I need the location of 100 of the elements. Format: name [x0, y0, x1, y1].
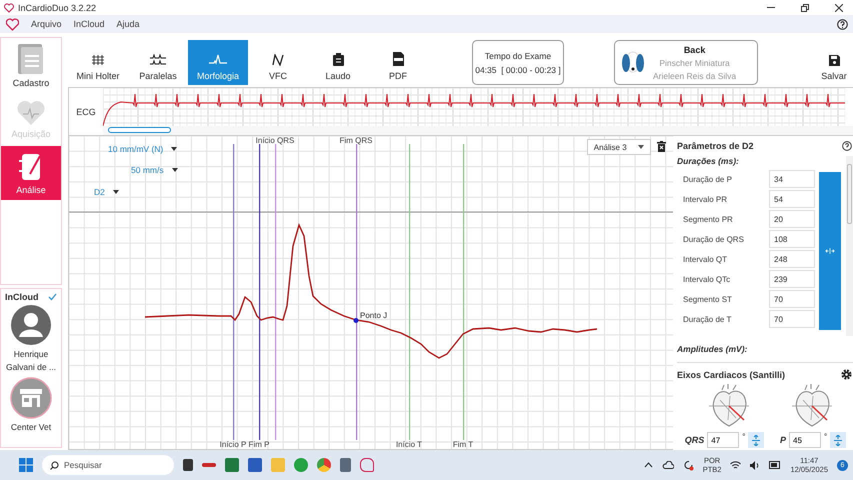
- marker-label: Fim QRS: [340, 136, 372, 145]
- speed-dropdown[interactable]: 50 mm/s: [131, 165, 178, 175]
- axis-field[interactable]: 45: [789, 432, 822, 448]
- scale-dropdown[interactable]: 10 mm/mV (N): [108, 144, 178, 154]
- dog-icon: [621, 50, 645, 76]
- menu-item[interactable]: Arquivo: [31, 19, 62, 29]
- marker-label: Fim P: [248, 440, 270, 449]
- up-down-arrows-icon: [752, 434, 760, 446]
- scrollbar-thumb[interactable]: [108, 127, 171, 133]
- toolbar-tab[interactable]: Mini Holter: [68, 40, 128, 85]
- exam-time-value: 04:35 [ 00:00 - 00:23 ]: [475, 64, 561, 74]
- caret-icon: [112, 190, 119, 194]
- parallel-waves-icon: [150, 54, 166, 66]
- parameter-field[interactable]: 54: [769, 190, 815, 208]
- save-button[interactable]: Salvar: [814, 40, 853, 85]
- trash-icon[interactable]: [657, 141, 666, 152]
- document-icon: [16, 42, 46, 74]
- j-point-marker[interactable]: [354, 318, 358, 323]
- caret-icon: [172, 168, 178, 172]
- parameter-label: Duração de P: [683, 174, 732, 184]
- parameter-field[interactable]: 248: [769, 250, 815, 268]
- marker-line[interactable]: [356, 144, 358, 440]
- zigzag-icon: [272, 54, 284, 66]
- axis-field[interactable]: 47: [707, 432, 740, 448]
- adjust-button[interactable]: [748, 432, 764, 448]
- app-taskbar-icon[interactable]: [202, 463, 216, 467]
- section-heading: Durações (ms):: [677, 156, 740, 166]
- owner-name: Arieleen Reis da Silva: [653, 70, 736, 80]
- up-down-arrows-icon: [834, 434, 842, 446]
- axes-title: Eixos Cardiacos (Santilli): [677, 370, 786, 380]
- parameters-title: Parâmetros de D2: [677, 141, 754, 151]
- j-point-label: Ponto J: [360, 311, 388, 320]
- resize-arrows-icon: [825, 247, 835, 255]
- speaker-icon[interactable]: [750, 460, 760, 470]
- toolbar-tab[interactable]: Laudo: [308, 40, 368, 85]
- ecg-grid-icon: [91, 54, 105, 66]
- adjust-button[interactable]: [830, 432, 846, 448]
- search-icon: [50, 461, 59, 470]
- menu-item[interactable]: Ajuda: [116, 19, 140, 29]
- caret-icon: [171, 147, 178, 151]
- parameter-label: Intervalo QT: [683, 254, 728, 264]
- toolbar-tab[interactable]: PDF: [368, 40, 428, 85]
- cloud-icon[interactable]: [662, 461, 674, 469]
- axis-label: QRS: [684, 435, 704, 445]
- avatar-icon: [11, 305, 51, 345]
- waveform-icon: [209, 54, 227, 66]
- wifi-icon[interactable]: [730, 460, 742, 470]
- clipboard-icon: [332, 53, 344, 66]
- search-field[interactable]: Pesquisar: [42, 455, 174, 475]
- parameter-label: Segmento PR: [683, 214, 733, 224]
- parameter-label: Duração de QRS: [683, 234, 744, 244]
- parameter-field[interactable]: 70: [769, 310, 815, 328]
- marker-label: Início P: [220, 440, 246, 449]
- caret-icon: [638, 145, 644, 149]
- scrollbar-thumb[interactable]: [847, 164, 852, 224]
- parameter-field[interactable]: 34: [769, 170, 815, 188]
- toolbar-tab[interactable]: Paralelas: [128, 40, 188, 85]
- toolbar-tab[interactable]: VFC: [248, 40, 308, 85]
- window-title: InCardioDuo 3.2.22: [18, 2, 96, 12]
- menu-item[interactable]: InCloud: [74, 19, 105, 29]
- patient-name: Back: [684, 44, 706, 54]
- toolbar-tab[interactable]: Morfologia: [188, 40, 248, 85]
- store-icon[interactable]: [10, 377, 52, 419]
- help-icon[interactable]: [842, 141, 852, 151]
- marker-line[interactable]: [409, 144, 410, 440]
- patient-breed: Pinscher Miniatura: [659, 58, 730, 68]
- marker-label: Início QRS: [256, 136, 294, 145]
- user-name: Henrique Galvani de ...: [4, 348, 58, 374]
- section-heading: Amplitudes (mV):: [677, 344, 748, 354]
- marker-line[interactable]: [259, 144, 260, 440]
- sidebar-item[interactable]: Cadastro: [1, 38, 61, 92]
- marker-label: Início T: [396, 440, 422, 449]
- chevron-up-icon[interactable]: [644, 462, 653, 468]
- parameter-label: Duração de T: [683, 314, 732, 324]
- analysis-dropdown[interactable]: Análise 3: [587, 139, 651, 155]
- sidebar-item[interactable]: Análise: [1, 146, 61, 200]
- sync-icon[interactable]: [682, 460, 694, 470]
- marker-line[interactable]: [275, 144, 276, 440]
- lead-dropdown[interactable]: D2: [94, 187, 119, 197]
- strip-label: ECG: [75, 106, 97, 118]
- parameter-field[interactable]: 20: [769, 210, 815, 228]
- marker-line[interactable]: [463, 144, 464, 440]
- parameter-label: Intervalo QTc: [683, 274, 730, 284]
- pdf-file-icon: [392, 52, 404, 66]
- browser-icon[interactable]: [317, 458, 331, 472]
- settings-icon[interactable]: [841, 369, 852, 380]
- help-icon[interactable]: [837, 18, 848, 30]
- parameter-field[interactable]: 108: [769, 230, 815, 248]
- parameter-label: Intervalo PR: [683, 194, 728, 204]
- marker-line[interactable]: [233, 144, 234, 440]
- parameter-field[interactable]: 239: [769, 270, 815, 288]
- exam-time-title: Tempo do Exame: [484, 50, 552, 60]
- battery-icon[interactable]: [769, 461, 782, 469]
- parameter-field[interactable]: 70: [769, 290, 815, 308]
- windows-start-icon[interactable]: [19, 458, 33, 472]
- marker-label: Fim T: [452, 440, 474, 449]
- analysis-value: Análise 3: [594, 142, 627, 152]
- heart-icon: [16, 100, 46, 126]
- clinic-name: Center Vet: [10, 422, 52, 432]
- cloud-title: InCloud: [5, 292, 38, 302]
